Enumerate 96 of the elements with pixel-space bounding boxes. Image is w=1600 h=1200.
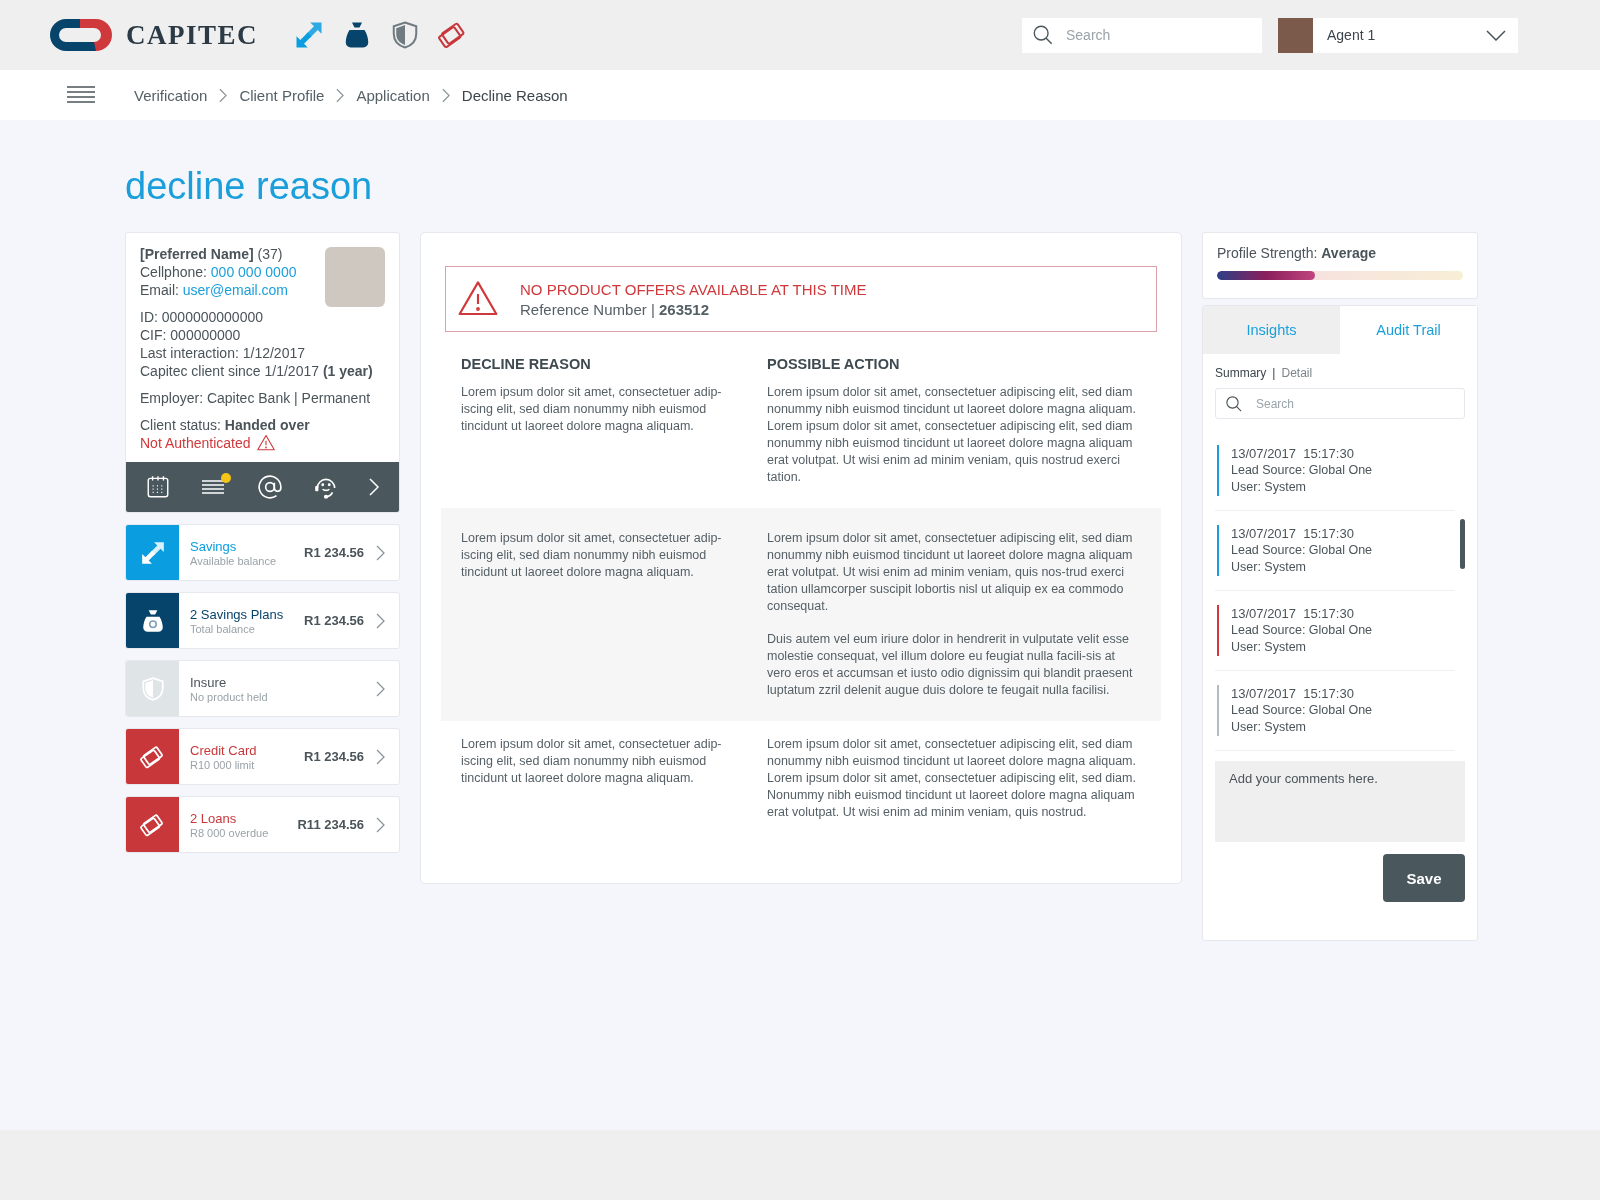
chevron-right-icon [376, 816, 385, 833]
product-subtitle: R8 000 overdue [190, 826, 270, 839]
chevron-down-icon [1486, 29, 1506, 41]
product-card[interactable]: Insure No product held [125, 660, 400, 717]
arrows-icon [294, 20, 324, 50]
view-link[interactable]: Detail [1281, 366, 1313, 380]
breadcrumb-link[interactable]: Client Profile [239, 86, 325, 104]
client-status: Client status: Handed over [140, 416, 311, 434]
employer-text: Employer: Capitec Bank | Permanent [140, 389, 372, 407]
search-field[interactable]: Search [1022, 17, 1262, 53]
scrollbar-thumb[interactable] [1460, 519, 1465, 569]
reference-number: Reference Number | 263512 [520, 300, 711, 318]
search-field[interactable]: Search [1215, 388, 1465, 419]
photo-placeholder [325, 247, 385, 307]
product-amount: R1 234.56 [304, 749, 364, 764]
chevron-right-icon [219, 87, 228, 103]
warning-icon [256, 434, 275, 452]
logo-icon [50, 19, 112, 51]
product-subtitle: No product held [190, 690, 269, 703]
view-link[interactable]: Summary [1215, 366, 1267, 380]
timestamp: 13/07/2017 15:17:30 [1231, 605, 1355, 622]
client-detail: ID: 0000000000000 [140, 308, 264, 326]
product-card[interactable]: 2 Savings Plans Total balance R1 234.56 [125, 592, 400, 649]
lead-source: Lead Source: Global One [1231, 462, 1373, 479]
comment-field[interactable]: Add your comments here. [1215, 761, 1465, 842]
user-menu[interactable]: Agent 1 [1278, 17, 1518, 53]
page-title: decline reason [125, 165, 374, 208]
timestamp: 13/07/2017 15:17:30 [1231, 685, 1355, 702]
product-title: Savings [190, 538, 238, 554]
cellphone-label: Cellphone: [140, 264, 207, 280]
chevron-right-icon [376, 680, 385, 697]
column-heading: POSSIBLE ACTION [767, 356, 901, 372]
timestamp: 13/07/2017 15:17:30 [1231, 445, 1355, 462]
chevron-right-icon [336, 87, 345, 103]
strength-label: Profile Strength: Average [1217, 245, 1378, 261]
chevron-right-icon [376, 544, 385, 561]
chevron-right-icon [376, 612, 385, 629]
client-detail: Last interaction: 1/12/2017 [140, 344, 306, 362]
reason-text: Lorem ipsum dolor sit amet, consectetuer adip-iscing elit, sed diam nonummy nibh euismod tincidunt ut laoreet dolore magna aliquam. [461, 530, 723, 581]
product-amount: R1 234.56 [304, 613, 364, 628]
client-detail: CIF: 000000000 [140, 326, 242, 344]
shield-icon [390, 20, 420, 50]
arrows-icon [139, 539, 166, 566]
user-text: User: System [1231, 559, 1307, 576]
column-heading: DECLINE REASON [461, 356, 592, 372]
breadcrumb-link[interactable]: Decline Reason [461, 86, 568, 104]
search-icon [1032, 24, 1054, 46]
user-text: User: System [1231, 479, 1307, 496]
product-title: 2 Savings Plans [190, 606, 285, 622]
at-sign-icon [257, 474, 284, 500]
product-card[interactable]: 2 Loans R8 000 overdue R11 234.56 [125, 796, 400, 853]
lead-source: Lead Source: Global One [1231, 542, 1373, 559]
client-detail: Capitec client since 1/1/2017 (1 year) [140, 362, 374, 380]
avatar-placeholder [1278, 17, 1313, 53]
breadcrumb-link[interactable]: Application [356, 86, 430, 104]
product-amount: R11 234.56 [297, 817, 364, 832]
chevron-right-icon [368, 477, 381, 497]
cards-icon [139, 743, 166, 770]
auth-status: Not Authenticated [140, 434, 251, 452]
product-card[interactable]: Savings Available balance R1 234.56 [125, 524, 400, 581]
product-title: Credit Card [190, 742, 258, 758]
chevron-right-icon [441, 87, 450, 103]
brand-name: CAPITEC [126, 19, 258, 51]
product-card[interactable]: Credit Card R10 000 limit R1 234.56 [125, 728, 400, 785]
alert-title: NO PRODUCT OFFERS AVAILABLE AT THIS TIME [520, 280, 867, 298]
user-name: Agent 1 [1327, 27, 1377, 43]
separator: | [1272, 366, 1276, 380]
menu-icon[interactable] [66, 85, 96, 105]
lead-source: Lead Source: Global One [1231, 702, 1373, 719]
action-button[interactable] [257, 474, 284, 500]
product-title: Insure [190, 674, 228, 690]
product-amount: R1 234.56 [304, 545, 364, 560]
search-icon [1225, 394, 1243, 413]
action-text: Lorem ipsum dolor sit amet, consectetuer adipiscing elit, sed diam nonummy nibh euismod tincidunt ut laoreet dolore magna aliquam erat volutpat. Ut wisi enim ad minim veniam, quis nos-trud exerci tation ullamcorper suscipit lobortis nisl ut aliquip ex ea commodo consequat. [767, 530, 1134, 615]
lead-source: Lead Source: Global One [1231, 622, 1373, 639]
action-text: Lorem ipsum dolor sit amet, consectetuer adipiscing elit, sed diam nonummy nibh euismod tincidunt ut laoreet dolore magna aliquam. Lorem ipsum dolor sit amet, consectetuer adipiscing elit, sed diam. Nonummy nibh euismod tincidunt ut laoreet dolore magna aliquam erat volutpat. Ut wisi enim ad minim veniam, quis nostrud. [767, 736, 1137, 821]
cards-icon [139, 811, 166, 838]
product-title: 2 Loans [190, 810, 238, 826]
reason-text: Lorem ipsum dolor sit amet, consectetuer adip-iscing elit, sed diam nonummy nibh euismod tincidunt ut laoreet dolore magna aliquam. [461, 384, 723, 435]
product-subtitle: Total balance [190, 622, 256, 635]
action-button[interactable] [368, 477, 381, 497]
notification-dot [221, 473, 232, 483]
product-subtitle: R10 000 limit [190, 758, 256, 771]
chevron-right-icon [376, 748, 385, 765]
action-text: Duis autem vel eum iriure dolor in hendrerit in vulputate velit esse molestie consequat, vel illum dolore eu feugiat nulla facili-sis at vero eros et accumsan et iusto odio dignissim qui blandit praesent luptatum zzril delenit augue duis dolore te feugait nulla facilisi. [767, 631, 1134, 699]
breadcrumb-link[interactable]: Verification [134, 86, 208, 104]
user-text: User: System [1231, 719, 1307, 736]
client-name: [Preferred Name] (37) [140, 245, 284, 263]
shield-icon [139, 675, 166, 702]
email-label: Email: [140, 282, 179, 298]
reason-text: Lorem ipsum dolor sit amet, consectetuer adip-iscing elit, sed diam nonummy nibh euismod tincidunt ut laoreet dolore magna aliquam. [461, 736, 723, 787]
save-button[interactable]: Save [1383, 854, 1465, 902]
product-subtitle: Available balance [190, 554, 278, 567]
timestamp: 13/07/2017 15:17:30 [1231, 525, 1355, 542]
user-text: User: System [1231, 639, 1307, 656]
action-text: Lorem ipsum dolor sit amet, consectetuer adipiscing elit, sed diam nonummy nibh euismod tincidunt ut laoreet dolore magna aliquam. Lorem ipsum dolor sit amet, consectetuer adipiscing elit, sed diam nonummy nibh euismod tincidunt ut laoreet dolore magna aliquam erat volutpat. Ut wisi enim ad minim veniam, quis nostrud exerci tation. [767, 384, 1137, 486]
